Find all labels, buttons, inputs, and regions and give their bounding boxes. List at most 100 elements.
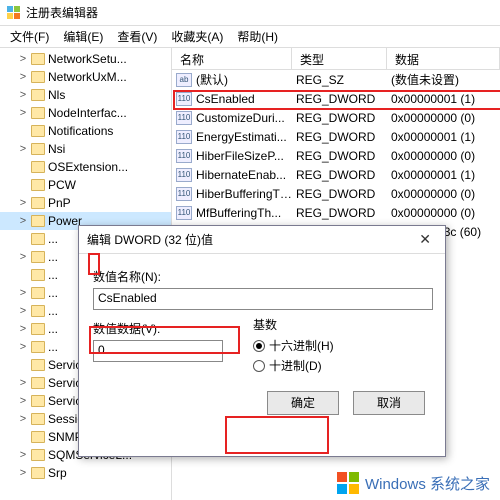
menu-file[interactable]: 文件(F) (4, 26, 55, 47)
expand-icon[interactable]: > (18, 143, 28, 155)
value-data: 0x00000000 (0) (391, 187, 500, 201)
list-row[interactable]: 110MfBufferingTh...REG_DWORD0x00000000 (… (172, 203, 500, 222)
name-input[interactable]: CsEnabled (93, 288, 433, 310)
tree-item[interactable]: >NodeInterfac... (0, 104, 171, 122)
expand-icon[interactable]: > (18, 377, 28, 389)
expand-icon[interactable]: > (18, 395, 28, 407)
tree-item[interactable]: > Srp (0, 464, 171, 482)
menu-edit[interactable]: 编辑(E) (57, 26, 109, 47)
value-data: 0x00000001 (1) (391, 168, 500, 182)
folder-icon (31, 215, 45, 227)
radio-dec[interactable]: 十进制(D) (253, 357, 334, 374)
expand-icon[interactable]: > (18, 323, 28, 335)
value-icon: 110 (176, 130, 192, 144)
value-type: REG_DWORD (296, 206, 391, 220)
col-name[interactable]: 名称 (172, 48, 292, 69)
tree-label: ... (48, 268, 58, 282)
watermark: Windows 系统之家 (333, 470, 494, 496)
tree-item[interactable]: > Nsi (0, 140, 171, 158)
tree-item[interactable]: >PnP (0, 194, 171, 212)
list-row[interactable]: 110CsEnabledREG_DWORD0x00000001 (1) (172, 89, 500, 108)
folder-icon (31, 431, 45, 443)
folder-icon (31, 467, 45, 479)
value-name: (默认) (196, 71, 296, 88)
cancel-button[interactable]: 取消 (353, 391, 425, 415)
tree-label: ... (48, 322, 58, 336)
expand-icon[interactable]: > (18, 251, 28, 263)
expand-icon[interactable]: > (18, 107, 28, 119)
window-titlebar: 注册表编辑器 (0, 0, 500, 26)
value-icon: 110 (176, 111, 192, 125)
tree-label: Srp (48, 466, 67, 480)
tree-item[interactable]: OSExtension... (0, 158, 171, 176)
list-row[interactable]: 110 CustomizeDuri...REG_DWORD0x00000000 (… (172, 108, 500, 127)
value-name: EnergyEstimati... (196, 130, 296, 144)
folder-icon (31, 89, 45, 101)
col-type[interactable]: 类型 (292, 48, 387, 69)
dialog-titlebar[interactable]: 编辑 DWORD (32 位)值 ✕ (79, 226, 445, 254)
tree-item[interactable]: PCW (0, 176, 171, 194)
value-icon: 110 (176, 92, 192, 106)
list-row[interactable]: 110HiberFileSizeP...REG_DWORD0x00000000 … (172, 146, 500, 165)
expand-icon[interactable]: > (18, 467, 28, 479)
value-type: REG_DWORD (296, 149, 391, 163)
tree-label: ... (48, 304, 58, 318)
folder-icon (31, 71, 45, 83)
expand-icon[interactable]: > (18, 71, 28, 83)
data-input[interactable]: 0 (93, 340, 223, 362)
col-data[interactable]: 数据 (387, 48, 500, 69)
tree-item[interactable]: Notifications (0, 122, 171, 140)
list-header: 名称 类型 数据 (172, 48, 500, 70)
value-icon: 110 (176, 168, 192, 182)
folder-icon (31, 413, 45, 425)
expand-icon[interactable]: > (18, 215, 28, 227)
expand-icon[interactable]: > (18, 89, 28, 101)
folder-icon (31, 305, 45, 317)
data-label: 数值数据(V): (93, 320, 223, 337)
radio-hex[interactable]: 十六进制(H) (253, 337, 334, 354)
value-data: 0x00000000 (0) (391, 111, 500, 125)
menu-help[interactable]: 帮助(H) (231, 26, 284, 47)
radio-icon (253, 340, 265, 352)
menu-fav[interactable]: 收藏夹(A) (165, 26, 229, 47)
expand-icon[interactable]: > (18, 341, 28, 353)
folder-icon (31, 449, 45, 461)
expand-icon[interactable]: > (18, 287, 28, 299)
tree-label: Notifications (48, 124, 113, 138)
tree-label: Nsi (48, 142, 65, 156)
folder-icon (31, 143, 45, 155)
dialog-title: 编辑 DWORD (32 位)值 (87, 231, 213, 248)
value-data: 0x00000001 (1) (391, 130, 500, 144)
value-name: CustomizeDuri... (196, 111, 296, 125)
folder-icon (31, 323, 45, 335)
ok-button[interactable]: 确定 (267, 391, 339, 415)
list-row[interactable]: 110HiberBufferingTh...REG_DWORD0x0000000… (172, 184, 500, 203)
tree-label: ... (48, 250, 58, 264)
expand-icon[interactable]: > (18, 53, 28, 65)
value-name: MfBufferingTh... (196, 206, 296, 220)
expand-icon[interactable]: > (18, 449, 28, 461)
menu-view[interactable]: 查看(V) (111, 26, 163, 47)
tree-item[interactable]: > NetworkUxM... (0, 68, 171, 86)
list-row[interactable]: 110HibernateEnab...REG_DWORD0x00000001 (… (172, 165, 500, 184)
close-icon[interactable]: ✕ (413, 231, 437, 248)
expand-icon[interactable]: > (18, 305, 28, 317)
value-name: HiberBufferingTh... (196, 187, 296, 201)
value-icon: 110 (176, 187, 192, 201)
edit-dword-dialog: 编辑 DWORD (32 位)值 ✕ 数值名称(N): CsEnabled 数值… (78, 225, 446, 457)
list-row[interactable]: ab(默认)REG_SZ(数值未设置) (172, 70, 500, 89)
folder-icon (31, 53, 45, 65)
tree-label: NetworkUxM... (48, 70, 127, 84)
base-legend: 基数 (253, 316, 334, 333)
base-fieldset: 基数 十六进制(H) 十进制(D) (251, 316, 334, 377)
tree-item[interactable]: >Nls (0, 86, 171, 104)
expand-icon[interactable]: > (18, 413, 28, 425)
tree-item[interactable]: >NetworkSetu... (0, 50, 171, 68)
value-type: REG_DWORD (296, 111, 391, 125)
expand-icon[interactable]: > (18, 197, 28, 209)
list-row[interactable]: 110EnergyEstimati...REG_DWORD0x00000001 … (172, 127, 500, 146)
value-type: REG_DWORD (296, 92, 391, 106)
windows-logo-icon (337, 472, 359, 494)
value-name: HibernateEnab... (196, 168, 296, 182)
folder-icon (31, 395, 45, 407)
